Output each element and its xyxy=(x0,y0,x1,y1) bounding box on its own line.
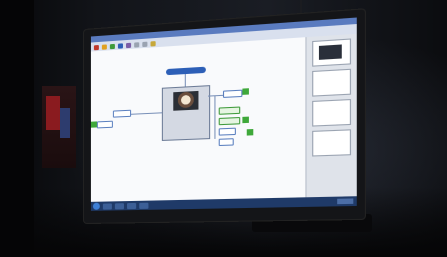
root-node[interactable] xyxy=(166,66,206,76)
mindmap-canvas[interactable] xyxy=(90,37,307,202)
shelf xyxy=(42,86,76,168)
connector xyxy=(208,94,223,97)
slide-thumbnail[interactable] xyxy=(312,68,352,97)
room-background xyxy=(0,0,447,257)
center-topic-text xyxy=(165,115,207,117)
blue-book xyxy=(60,108,70,138)
connector xyxy=(214,95,216,139)
slide-thumbnail[interactable] xyxy=(312,38,352,67)
branch-node[interactable] xyxy=(218,127,236,136)
center-topic-card[interactable] xyxy=(161,85,211,141)
toolbar-button[interactable] xyxy=(126,42,132,49)
green-marker-icon xyxy=(242,116,249,124)
taskbar-item[interactable] xyxy=(102,202,112,210)
taskbar-item[interactable] xyxy=(114,202,124,209)
taskbar-clock xyxy=(337,198,354,205)
taskbar-item[interactable] xyxy=(127,202,137,209)
connector xyxy=(184,74,186,87)
connector xyxy=(131,112,162,115)
branch-node[interactable] xyxy=(96,120,113,129)
red-book xyxy=(46,96,60,130)
monitor-screen xyxy=(90,17,357,211)
green-marker-icon xyxy=(246,129,254,136)
slide-thumbnail[interactable] xyxy=(312,129,352,157)
toolbar-button[interactable] xyxy=(142,41,148,48)
branch-node[interactable] xyxy=(222,89,243,98)
branch-node[interactable] xyxy=(218,106,241,115)
green-marker-icon xyxy=(242,88,249,95)
windows-start-icon[interactable] xyxy=(92,202,100,210)
toolbar-button[interactable] xyxy=(117,43,123,49)
portrait-image xyxy=(173,90,199,111)
slide-thumbnail[interactable] xyxy=(312,99,352,127)
branch-node[interactable] xyxy=(218,116,241,126)
toolbar-button[interactable] xyxy=(93,44,99,51)
branch-node[interactable] xyxy=(218,138,234,147)
toolbar-button[interactable] xyxy=(134,42,140,48)
monitor xyxy=(84,9,365,224)
thumbnail-image xyxy=(318,44,342,60)
toolbar-button[interactable] xyxy=(109,43,115,50)
taskbar-item[interactable] xyxy=(139,202,149,209)
green-marker-icon xyxy=(90,121,97,128)
toolbar-button[interactable] xyxy=(150,41,156,47)
slides-panel xyxy=(305,33,357,198)
branch-node[interactable] xyxy=(112,109,132,118)
toolbar-button[interactable] xyxy=(101,44,107,50)
